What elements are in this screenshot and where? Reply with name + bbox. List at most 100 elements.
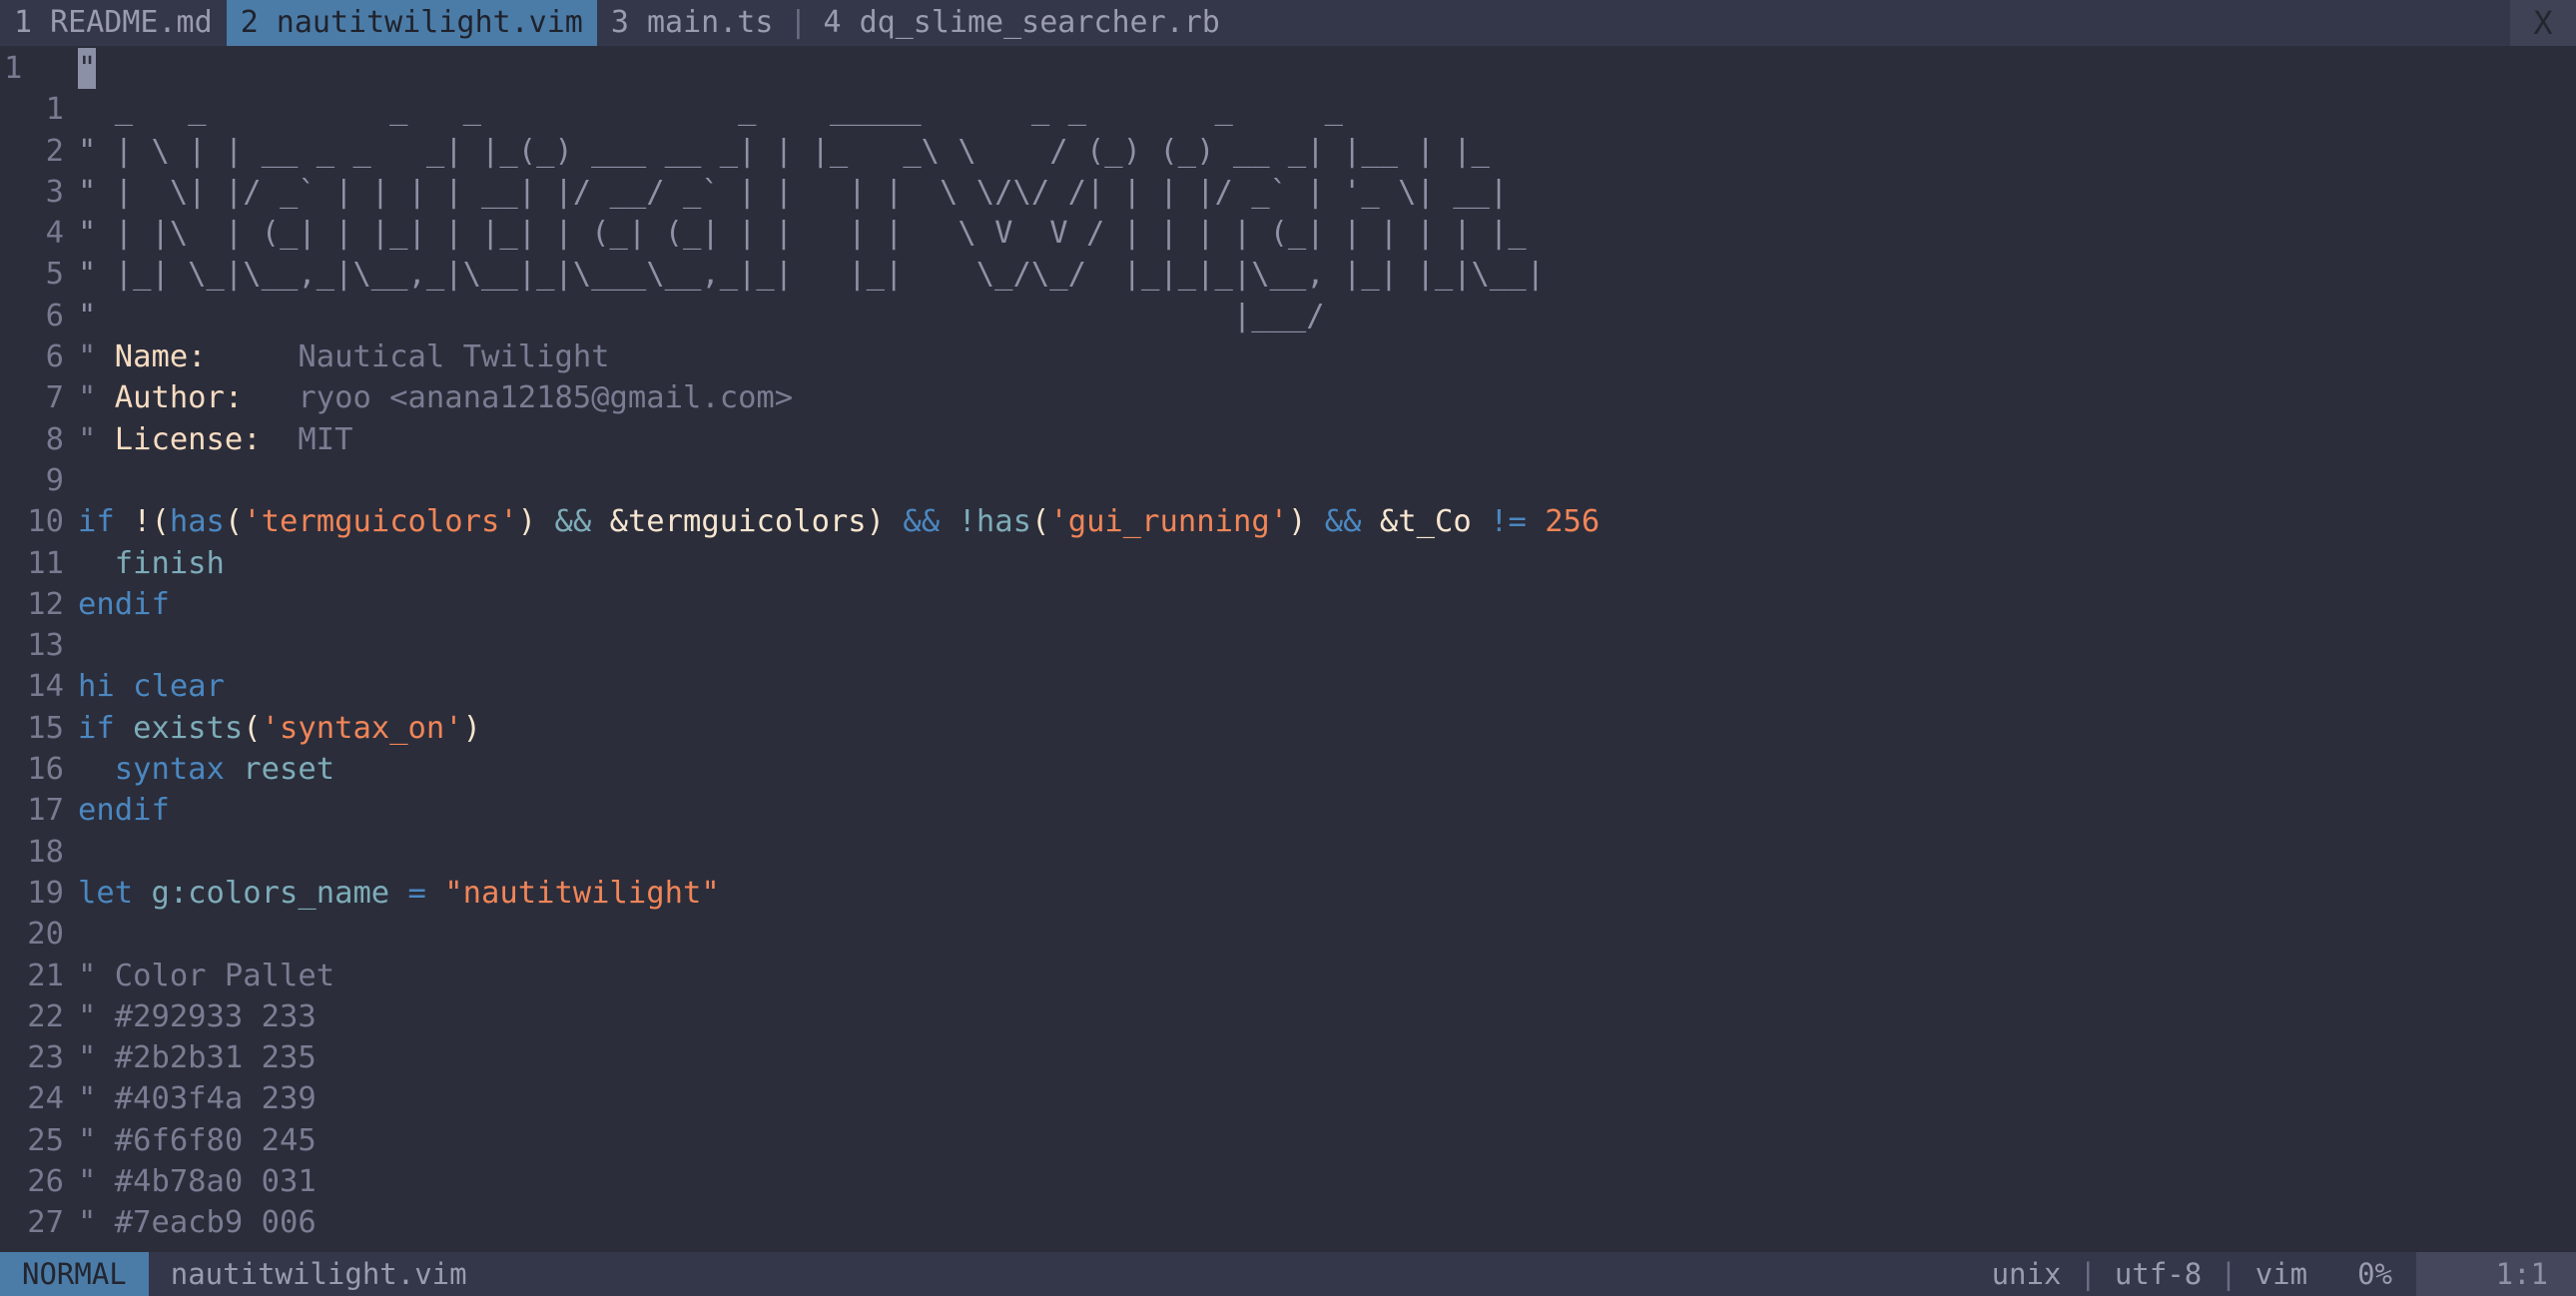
line-number: 11 (27, 545, 64, 581)
editor-line[interactable]: 24 " #403f4a 239 (0, 1078, 2576, 1119)
line-number: 6 (45, 339, 64, 375)
line-content: " | \| |/ _` | | | | __| |/ __/ _` | | |… (78, 172, 2576, 213)
status-badge-mode: NORMAL (0, 1252, 149, 1296)
tab-nautitwilight-vim[interactable]: 2 nautitwilight.vim (226, 0, 597, 46)
line-number: 1 (4, 51, 23, 86)
editor-line[interactable]: 6 " |___/ (0, 296, 2576, 336)
code-token: let (78, 875, 152, 911)
line-number: 7 (45, 380, 64, 416)
code-token: && (903, 504, 941, 540)
line-number: 10 (27, 504, 64, 540)
code-token: MIT (261, 421, 353, 457)
line-number: 26 (27, 1164, 64, 1200)
editor-line[interactable]: 27 " #7eacb9 006 (0, 1202, 2576, 1243)
editor-line[interactable]: 26 " #4b78a0 031 (0, 1161, 2576, 1202)
editor-line[interactable]: 15 if exists('syntax_on') (0, 708, 2576, 749)
editor-line[interactable]: 10 if !(has('termguicolors') && &termguic… (0, 501, 2576, 542)
editor-line[interactable]: 11 finish (0, 543, 2576, 584)
statusline-percent: 0% (2357, 1257, 2392, 1291)
code-token: " #403f4a 239 (78, 1081, 317, 1117)
editor-buffer[interactable]: 1 " 1 _ _ _ _ _ _____ _ _ _ _ 2 " | \ | | _… (0, 46, 2576, 1252)
line-number: 17 (27, 793, 64, 829)
line-number: 8 (45, 421, 64, 457)
editor-line[interactable]: 23 " #2b2b31 235 (0, 1037, 2576, 1078)
code-token: " | |\ | (_| | |_| | |_| | (_| (_| | | |… (78, 216, 1546, 252)
tabline: 1 README.md 2 nautitwilight.vim 3 main.t… (0, 0, 2576, 46)
editor-line[interactable]: 1 " (0, 48, 2576, 90)
editor-line[interactable]: 25 " #6f6f80 245 (0, 1120, 2576, 1161)
editor-line[interactable]: 9 (0, 460, 2576, 501)
editor-line[interactable]: 5 " |_| \_|\__,_|\__,_|\__|_|\___\__,_|_|… (0, 254, 2576, 295)
tab-dq-slime-searcher-rb[interactable]: 4 dq_slime_searcher.rb (809, 0, 1233, 46)
line-number: 20 (27, 917, 64, 953)
line-content: " #7eacb9 006 (78, 1202, 2576, 1243)
editor-line[interactable]: 2 " | \ | | __ _ _ _| |_(_) ___ __ _| | |… (0, 131, 2576, 172)
editor-line[interactable]: 19 let g:colors_name = "nautitwilight" (0, 873, 2576, 914)
line-content: " |_| \_|\__,_|\__,_|\__|_|\___\__,_|_| … (78, 254, 2576, 295)
line-number: 19 (27, 875, 64, 911)
editor-line[interactable]: 18 (0, 832, 2576, 873)
code-token: " | \ | | __ _ _ _| |_(_) ___ __ _| | |_… (78, 133, 1509, 169)
code-token: 256 (1545, 504, 1601, 540)
line-content: if exists('syntax_on') (78, 708, 2576, 749)
editor-line[interactable]: 4 " | |\ | (_| | |_| | |_| | (_| (_| | | … (0, 213, 2576, 254)
code-token: !( (133, 504, 170, 540)
editor-line[interactable]: 22 " #292933 233 (0, 996, 2576, 1037)
editor-line[interactable]: 21 " Color Pallet (0, 956, 2576, 996)
editor-line[interactable]: 14 hi clear (0, 666, 2576, 707)
editor-line[interactable]: 7 " Author: ryoo <anana12185@gmail.com> (0, 377, 2576, 418)
statusline-filetype: vim (2254, 1257, 2308, 1291)
statusline-separator-2: | (2220, 1257, 2238, 1291)
line-content: " | \ | | __ _ _ _| |_(_) ___ __ _| | |_… (78, 131, 2576, 172)
code-token: has (169, 504, 225, 540)
line-number: 24 (27, 1081, 64, 1117)
line-content: " #403f4a 239 (78, 1078, 2576, 1119)
code-token: " #7eacb9 006 (78, 1205, 317, 1241)
editor-line[interactable]: 17 endif (0, 790, 2576, 831)
line-number: 9 (45, 462, 64, 498)
code-token: Author: (114, 380, 244, 416)
editor-line[interactable]: 13 (0, 625, 2576, 666)
line-content: " #292933 233 (78, 996, 2576, 1037)
tab-main-ts[interactable]: 3 main.ts (597, 0, 788, 46)
code-token: &termguicolors (591, 504, 867, 540)
code-token: ) (517, 504, 555, 540)
line-number: 1 (45, 92, 64, 128)
editor-line[interactable]: 6 " Name: Nautical Twilight (0, 336, 2576, 377)
code-token: hi clear (78, 669, 225, 705)
editor-line[interactable]: 8 " License: MIT (0, 419, 2576, 460)
code-token: ( (224, 504, 244, 540)
code-token: &t_Co (1361, 504, 1491, 540)
code-token: Name: (114, 339, 207, 375)
line-number: 12 (27, 586, 64, 622)
code-token: " #4b78a0 031 (78, 1164, 317, 1200)
editor-line[interactable]: 12 endif (0, 584, 2576, 625)
tab-readme-md[interactable]: 1 README.md (0, 0, 227, 46)
close-icon[interactable]: X (2510, 0, 2576, 46)
editor-line[interactable]: 20 (0, 914, 2576, 955)
code-token: != (1490, 504, 1527, 540)
code-token: " #6f6f80 245 (78, 1122, 317, 1158)
code-token: endif (78, 793, 170, 829)
code-token: 'syntax_on' (261, 710, 463, 746)
editor-line[interactable]: 16 syntax reset (0, 749, 2576, 790)
line-content: syntax reset (78, 749, 2576, 790)
line-content: let g:colors_name = "nautitwilight" (78, 873, 2576, 914)
code-token: _ _ _ _ _ _____ _ _ _ _ (78, 92, 1399, 128)
code-token: " Color Pallet (78, 958, 335, 993)
code-token: " |_| \_|\__,_|\__,_|\__|_|\___\__,_|_| … (78, 257, 1546, 293)
line-content: " | |\ | (_| | |_| | |_| | (_| (_| | | |… (78, 213, 2576, 254)
code-token: " (78, 421, 115, 457)
line-number: 18 (27, 834, 64, 870)
line-content: " Color Pallet (78, 956, 2576, 996)
line-content: " License: MIT (78, 419, 2576, 460)
editor-line[interactable]: 3 " | \| |/ _` | | | | __| |/ __/ _` | | … (0, 172, 2576, 213)
statusline-encoding: utf-8 (2114, 1257, 2203, 1291)
line-number: 16 (27, 752, 64, 788)
editor-line[interactable]: 1 _ _ _ _ _ _____ _ _ _ _ (0, 89, 2576, 130)
code-token: && (1324, 504, 1362, 540)
statusline-fileformat: unix (1991, 1257, 2062, 1291)
code-token: ) (462, 710, 482, 746)
line-content: " |___/ (78, 296, 2576, 336)
